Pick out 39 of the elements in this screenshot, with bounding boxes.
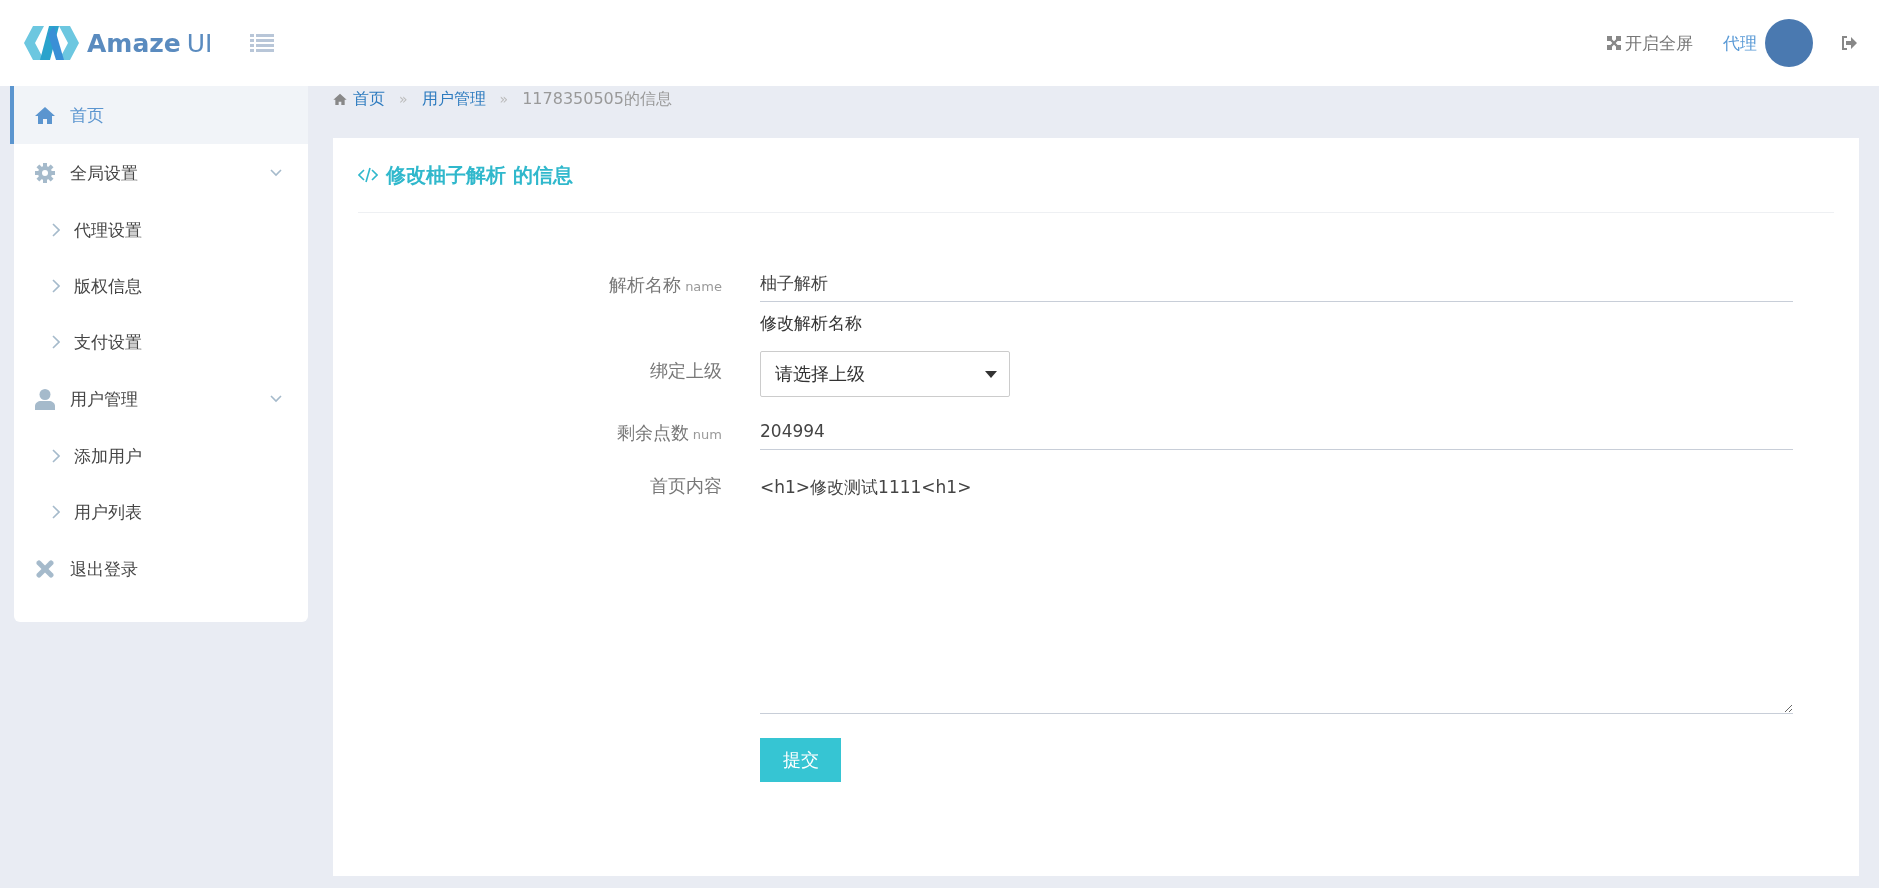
sidebar-item[interactable]: 退出登录 (10, 540, 308, 598)
caret-icon (985, 370, 997, 378)
sidebar-item[interactable]: 用户管理 (10, 370, 308, 428)
help-text: 修改解析名称 (760, 312, 863, 335)
sidebar-subitem[interactable]: 支付设置 (14, 314, 308, 370)
avatar[interactable] (1765, 19, 1813, 67)
breadcrumb-separator: » (499, 91, 509, 107)
chevron-right-icon (52, 505, 60, 519)
sidebar-subitem[interactable]: 用户列表 (14, 484, 308, 540)
field-label: 绑定上级 (649, 359, 722, 383)
chevron-right-icon (52, 449, 60, 463)
logo-icon (24, 26, 79, 60)
sidebar-subitem[interactable]: 版权信息 (14, 258, 308, 314)
field-label: 解析名称 name (608, 273, 722, 297)
logo-suffix: UI (186, 28, 213, 58)
select-field[interactable]: 请选择上级 (760, 351, 1010, 397)
chevron-right-icon (52, 223, 60, 237)
home-icon (333, 93, 347, 105)
field-label: 首页内容 (649, 474, 722, 498)
breadcrumb-separator: » (399, 91, 408, 107)
sidebar-subitem[interactable]: 代理设置 (14, 202, 308, 258)
breadcrumb-link[interactable]: 首页 (333, 88, 385, 110)
gear-icon (35, 163, 55, 183)
logo-text: Amaze (87, 28, 181, 58)
code-icon (358, 167, 378, 183)
user-icon (35, 388, 55, 410)
logout-icon[interactable] (1841, 36, 1857, 50)
form-title: 修改柚子解析 的信息 (386, 161, 573, 189)
sidebar-subitem[interactable]: 添加用户 (14, 428, 308, 484)
breadcrumb-link[interactable]: 用户管理 (421, 88, 486, 110)
expand-icon (1607, 36, 1621, 50)
field-label: 剩余点数 num (615, 421, 722, 445)
chevron-right-icon (52, 279, 60, 293)
fullscreen-link[interactable]: 开启全屏 (1607, 31, 1693, 55)
chevron-right-icon (52, 335, 60, 349)
close-icon (36, 560, 54, 578)
home-icon (35, 106, 55, 124)
breadcrumb-current: 1178350505的信息 (522, 88, 672, 110)
sidebar-item[interactable]: 全局设置 (10, 144, 308, 202)
